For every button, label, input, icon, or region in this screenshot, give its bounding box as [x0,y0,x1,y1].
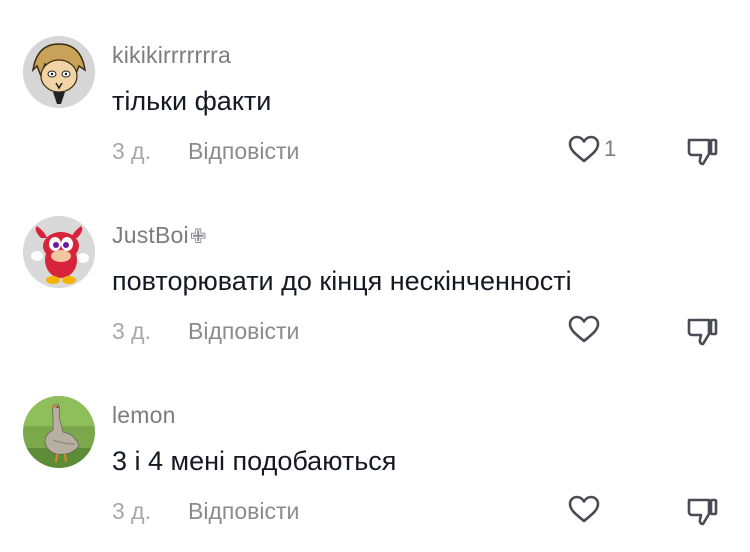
username-text[interactable]: lemon [112,402,176,428]
timestamp: 3 д. [112,498,151,524]
reply-button[interactable]: Відповісти [188,138,299,165]
timestamp: 3 д. [112,138,151,164]
anime-character-avatar-icon [23,36,95,108]
comment-item: JustBoi✙ повторювати до кінця нескінченн… [0,180,750,360]
username[interactable]: kikikirrrrrrra [112,42,232,69]
timestamp: 3 д. [112,318,151,344]
username[interactable]: lemon [112,402,177,429]
comment-text: 3 і 4 мені подобаються [112,446,397,476]
thumbs-down-icon [687,138,718,166]
avatar[interactable] [23,396,95,468]
red-knuckles-avatar-icon [23,216,95,288]
like-button[interactable] [567,314,604,344]
avatar[interactable] [23,216,95,288]
like-button[interactable]: 1 [567,134,616,164]
comment-text: тільки факти [112,86,272,116]
thumbs-down-icon [687,318,718,346]
comment-meta: 3 д. Відповісти [112,315,732,348]
comment-item: lemon 3 і 4 мені подобаються 3 д. Відпов… [0,360,750,540]
username-text[interactable]: JustBoi [112,222,189,248]
like-button[interactable] [567,494,604,524]
username[interactable]: JustBoi✙ [112,222,207,249]
username-text[interactable]: kikikirrrrrrra [112,42,231,68]
reply-button[interactable]: Відповісти [188,318,299,345]
comment-text: повторювати до кінця нескінченності [112,266,572,296]
comment-item: kikikirrrrrrra тільки факти 3 д. Відпові… [0,0,750,180]
heart-icon [568,135,600,163]
badge-icon: ✙ [189,226,207,248]
dislike-button[interactable] [685,134,719,168]
avatar[interactable] [23,36,95,108]
dislike-button[interactable] [685,494,719,528]
comment-meta: 3 д. Відповісти 1 [112,135,732,168]
heart-icon [568,495,600,523]
goose-avatar-icon [23,396,95,468]
comment-meta: 3 д. Відповісти [112,495,732,528]
thumbs-down-icon [687,498,718,526]
heart-icon [568,315,600,343]
dislike-button[interactable] [685,314,719,348]
reply-button[interactable]: Відповісти [188,498,299,525]
like-count: 1 [604,136,617,161]
